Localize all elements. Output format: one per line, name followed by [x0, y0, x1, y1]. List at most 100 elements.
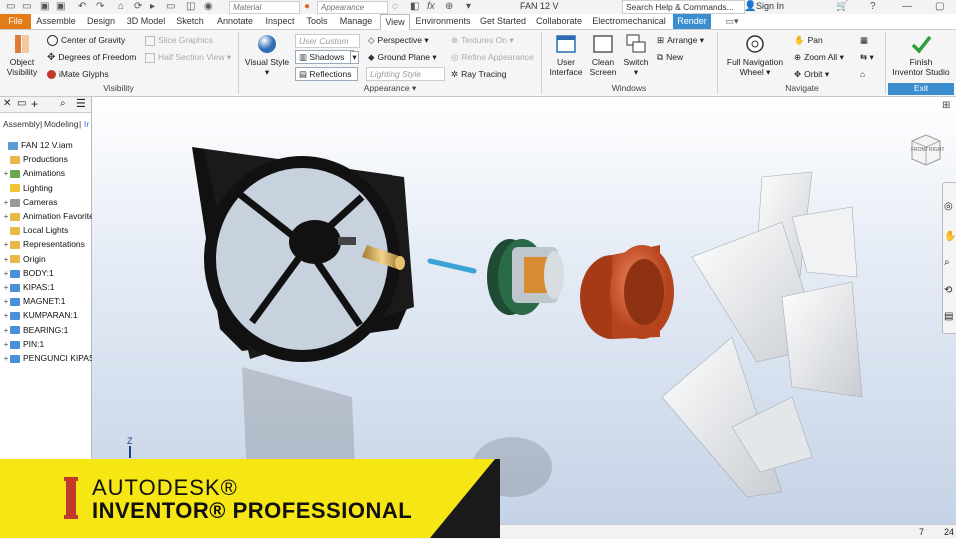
tab-inspect[interactable]: Inspect [262, 14, 298, 29]
browser-tree-item[interactable]: Productions [2, 153, 68, 166]
redo-icon[interactable]: ↷ [96, 1, 104, 12]
appearance-icon[interactable]: ● [304, 1, 310, 12]
tab-manage[interactable]: Manage [336, 14, 376, 29]
expand-icon[interactable]: + [2, 338, 10, 351]
tab-modeling[interactable]: Modeling [44, 119, 79, 129]
pan-hand-icon[interactable]: ✋ [944, 231, 956, 242]
browser-tree-item[interactable]: + Origin [2, 253, 46, 266]
visual-style-button[interactable]: Visual Style ▾ [243, 33, 291, 77]
new-icon[interactable]: ▭ [6, 1, 15, 12]
degrees-of-freedom-button[interactable]: ✥ Degrees of Freedom [47, 52, 136, 63]
expand-icon[interactable]: + [2, 309, 10, 322]
update-icon[interactable]: ⟳ [134, 1, 142, 12]
pan-button[interactable]: ✋ Pan [794, 35, 823, 46]
browser-tree-item[interactable]: + BODY:1 [2, 267, 54, 280]
finish-inventor-studio-button[interactable]: Finish Inventor Studio [888, 33, 954, 77]
expand-icon[interactable]: + [2, 295, 10, 308]
user-icon[interactable]: 👤 [744, 1, 756, 12]
object-visibility-button[interactable]: Object Visibility [3, 33, 41, 77]
tab-sketch[interactable]: Sketch [172, 14, 208, 29]
search-icon[interactable]: ⌕ [60, 98, 66, 109]
shadows-dropdown[interactable]: ▾ [350, 51, 359, 64]
browser-tree-item[interactable]: + PENGUNCI KIPAS:1 [2, 352, 102, 365]
browser-tree-item[interactable]: FAN 12 V.iam [0, 139, 73, 152]
menu-icon[interactable]: ☰ [76, 97, 86, 110]
tab-inventor-studio[interactable]: Ir [84, 119, 89, 129]
browser-tree-item[interactable]: + KIPAS:1 [2, 281, 55, 294]
view-face-button[interactable]: ▦ [860, 35, 868, 46]
ray-tracing-button[interactable]: ✲ Ray Tracing [451, 69, 506, 80]
adjust-icon[interactable]: ◧ [410, 1, 419, 12]
tab-collaborate[interactable]: Collaborate [533, 14, 585, 29]
iproperties-icon[interactable]: ▭ [166, 1, 175, 12]
reflections-button[interactable]: ▤ Reflections [295, 67, 358, 81]
view-cube[interactable]: FRONT RIGHT [908, 131, 945, 167]
appearance-combo[interactable]: Appearance [317, 1, 388, 14]
maximize-icon[interactable]: ▢ [935, 1, 944, 12]
browser-tree-item[interactable]: + Representations [2, 238, 85, 251]
browser-tree-item[interactable]: + Animation Favorites [2, 210, 99, 223]
expand-icon[interactable]: + [2, 210, 10, 223]
zoom-all-button[interactable]: ⊕ Zoom All ▾ [794, 52, 844, 63]
expand-icon[interactable]: + [2, 324, 10, 337]
parameters-icon[interactable]: fx [427, 1, 435, 12]
material-combo[interactable]: Material [229, 1, 300, 14]
browser-tree-item[interactable]: Lighting [2, 182, 53, 195]
ground-plane-button[interactable]: ◆ Ground Plane ▾ [368, 52, 437, 63]
imate-glyphs-button[interactable]: iMate Glyphs [47, 69, 109, 80]
refine-appearance-button[interactable]: ◎ Refine Appearance [451, 52, 534, 63]
browser-tree-item[interactable]: + PIN:1 [2, 338, 45, 351]
browser-tree-item[interactable]: + Animations [2, 167, 66, 180]
open-icon[interactable]: ▭ [22, 1, 31, 12]
new-window-button[interactable]: ⧉ New [657, 52, 683, 63]
browser-tree-item[interactable]: + KUMPARAN:1 [2, 309, 78, 322]
browser-tree-item[interactable]: + Cameras [2, 196, 58, 209]
browser-tree-item[interactable]: + MAGNET:1 [2, 295, 66, 308]
measure-icon[interactable]: ◫ [186, 1, 195, 12]
textures-on-button[interactable]: ⊗ Textures On ▾ [451, 35, 514, 46]
expand-icon[interactable]: + [2, 352, 10, 365]
expand-icon[interactable]: + [2, 167, 10, 180]
lighting-style-combo[interactable]: Lighting Style [366, 67, 445, 81]
zoom-icon[interactable]: ⌕ [944, 257, 950, 268]
center-of-gravity-button[interactable]: Center of Gravity [47, 35, 125, 47]
browser-tree-item[interactable]: Local Lights [2, 224, 68, 237]
undo-icon[interactable]: ↶ [78, 1, 86, 12]
user-interface-button[interactable]: User Interface [547, 33, 585, 77]
select-icon[interactable]: ▸ [150, 1, 155, 12]
half-section-view-button[interactable]: Half Section View ▾ [145, 52, 231, 63]
orbit-icon[interactable]: ⟲ [944, 285, 952, 296]
clear-appearance-icon[interactable]: ◌ [392, 1, 398, 12]
add-icon[interactable]: ⊕ [445, 1, 453, 12]
save-icon[interactable]: ▣ [56, 1, 65, 12]
expand-icon[interactable]: + [2, 238, 10, 251]
nav-wheel-icon[interactable]: ◎ [944, 201, 953, 212]
customize-icon[interactable]: ▾ [466, 1, 471, 12]
tab-annotate[interactable]: Annotate [213, 14, 257, 29]
clean-screen-button[interactable]: Clean Screen [587, 33, 619, 77]
browser-tree-item[interactable]: + BEARING:1 [2, 324, 69, 337]
add-icon[interactable]: + [31, 97, 38, 111]
slice-graphics-button[interactable]: Slice Graphics [145, 35, 213, 46]
home-view-button[interactable]: ⌂ [860, 69, 865, 80]
minimize-icon[interactable]: — [902, 1, 912, 12]
tab-3d-model[interactable]: 3D Model [124, 14, 168, 29]
help-icon[interactable]: ? [870, 1, 876, 12]
full-navigation-wheel-button[interactable]: Full Navigation Wheel ▾ [722, 33, 788, 77]
switch-button[interactable]: Switch ▾ [620, 33, 652, 77]
expand-icon[interactable]: + [2, 281, 10, 294]
perspective-button[interactable]: ◇ Perspective ▾ [368, 35, 429, 46]
tab-design[interactable]: Design [84, 14, 118, 29]
user-custom-combo[interactable]: User Custom [295, 34, 360, 48]
expand-icon[interactable]: + [2, 253, 10, 266]
sign-in-link[interactable]: Sign In [756, 0, 784, 13]
tab-tools[interactable]: Tools [303, 14, 331, 29]
tab-environments[interactable]: Environments [413, 14, 473, 29]
material-icon[interactable]: ◉ [204, 1, 213, 12]
tab-electromechanical[interactable]: Electromechanical [590, 14, 668, 29]
previous-view-button[interactable]: ⇆ ▾ [860, 52, 874, 63]
expand-icon[interactable]: + [2, 267, 10, 280]
tab-render[interactable]: Render [673, 14, 711, 29]
panel-menu-icon[interactable]: ▭ [17, 98, 26, 109]
arrange-button[interactable]: ⊞ Arrange ▾ [657, 35, 704, 46]
